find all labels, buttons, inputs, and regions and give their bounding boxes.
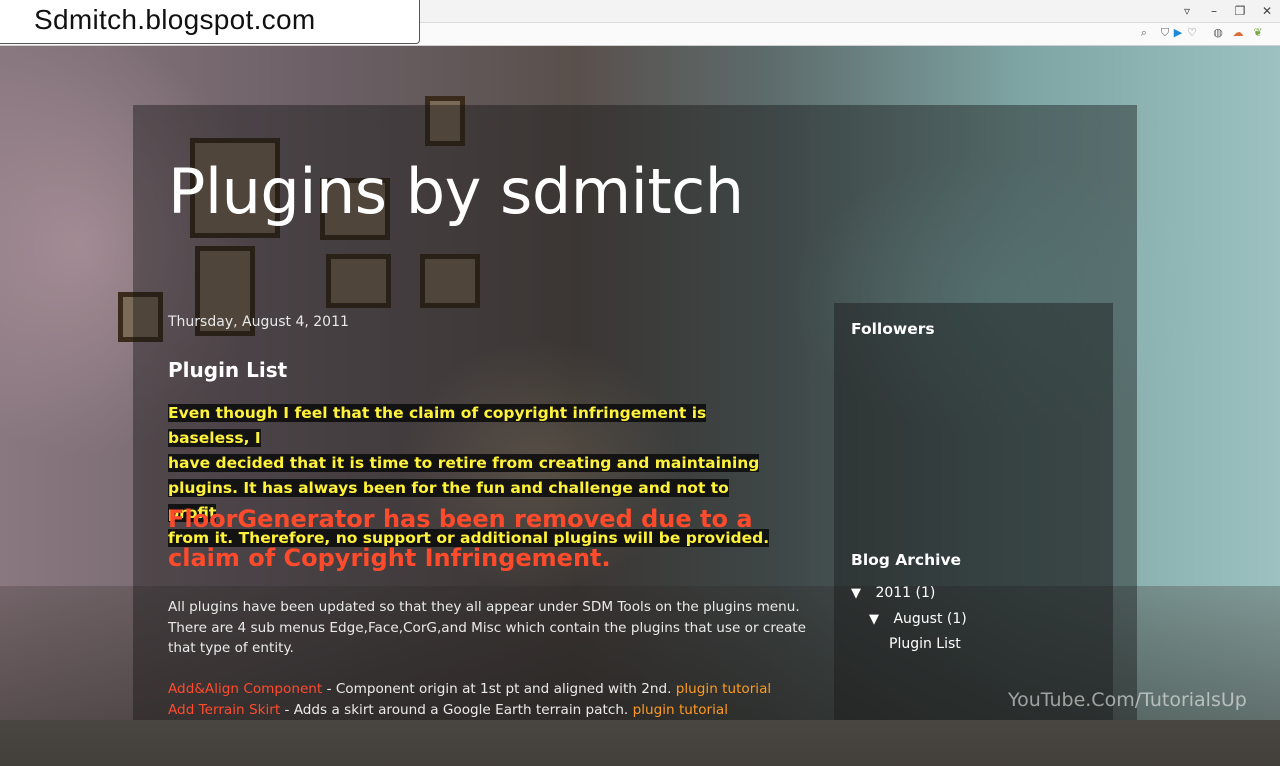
globe-icon[interactable]: ◍ xyxy=(1211,26,1225,40)
minimize-icon[interactable]: – xyxy=(1205,2,1223,20)
search-icon[interactable]: ⌕ xyxy=(1137,26,1151,40)
blog-title[interactable]: Plugins by sdmitch xyxy=(168,155,744,228)
collapse-triangle-icon[interactable]: ▼ xyxy=(851,586,867,601)
watermark: YouTube.Com/TutorialsUp xyxy=(1008,689,1247,711)
blog-archive-heading: Blog Archive xyxy=(851,551,962,569)
followers-heading: Followers xyxy=(851,320,935,338)
heart-icon[interactable]: ♡ xyxy=(1185,26,1199,40)
archive-year-count: (1) xyxy=(915,585,936,601)
shield-icon[interactable]: ⛉ xyxy=(1158,26,1172,40)
plugin-description: - Component origin at 1st pt and aligned… xyxy=(322,681,676,697)
archive-month-link[interactable]: August xyxy=(893,611,942,627)
cloud-icon[interactable]: ☁ xyxy=(1231,26,1245,40)
leaf-icon[interactable]: ❦ xyxy=(1251,26,1265,40)
archive-post-link[interactable]: Plugin List xyxy=(889,636,961,652)
archive-year: ▼ 2011 (1) xyxy=(851,585,935,601)
collapse-triangle-icon[interactable]: ▼ xyxy=(869,612,885,627)
archive-month-count: (1) xyxy=(946,611,967,627)
removal-notice: FloorGenerator has been removed due to a… xyxy=(168,505,753,572)
url-overlay: Sdmitch.blogspot.com xyxy=(0,0,420,44)
sidebar xyxy=(834,303,1113,720)
notice-line: Even though I feel that the claim of cop… xyxy=(168,404,707,447)
plugin-tutorial-link[interactable]: plugin tutorial xyxy=(633,702,728,718)
plugin-name-link[interactable]: Add Terrain Skirt xyxy=(168,702,280,718)
plugin-entry: Add Terrain Skirt - Adds a skirt around … xyxy=(168,702,728,718)
notice-line: have decided that it is time to retire f… xyxy=(168,454,760,472)
post-title[interactable]: Plugin List xyxy=(168,358,287,382)
play-icon[interactable]: ▶ xyxy=(1171,26,1185,40)
tab-list-icon[interactable]: ▿ xyxy=(1178,2,1196,20)
plugin-tutorial-link[interactable]: plugin tutorial xyxy=(676,681,771,697)
plugin-description: - Adds a skirt around a Google Earth ter… xyxy=(280,702,633,718)
archive-month: ▼ August (1) xyxy=(869,611,967,627)
close-icon[interactable]: ✕ xyxy=(1258,2,1276,20)
plugin-entry: Add&Align Component - Component origin a… xyxy=(168,681,771,697)
archive-year-link[interactable]: 2011 xyxy=(875,585,911,601)
plugin-name-link[interactable]: Add&Align Component xyxy=(168,681,322,697)
intro-paragraph: All plugins have been updated so that th… xyxy=(168,599,807,656)
post-date: Thursday, August 4, 2011 xyxy=(168,314,349,330)
restore-icon[interactable]: ❐ xyxy=(1231,2,1249,20)
